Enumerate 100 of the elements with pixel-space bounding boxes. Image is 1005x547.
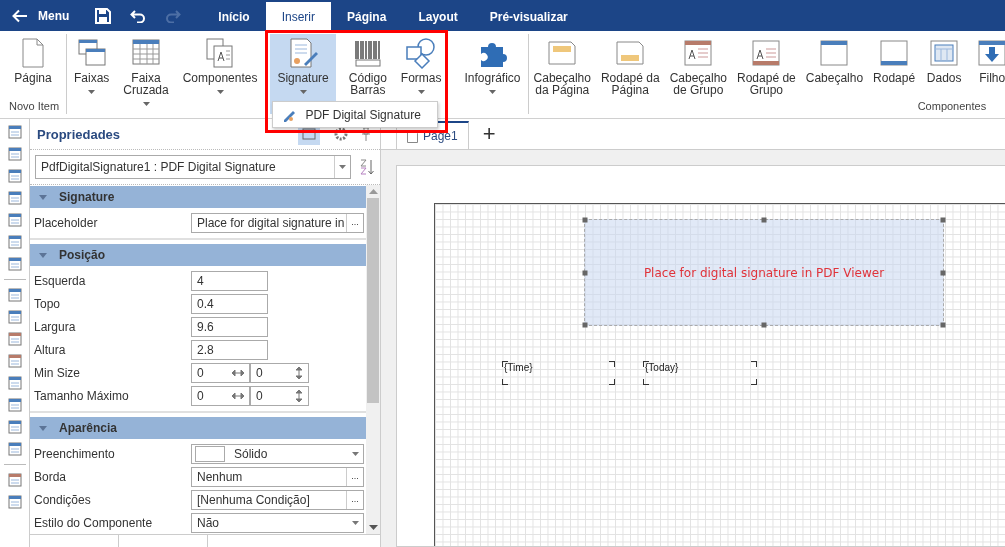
toolbox-icon[interactable] bbox=[7, 442, 22, 456]
property-label: Min Size bbox=[34, 365, 81, 380]
value-field[interactable]: 9.6 bbox=[191, 316, 268, 337]
scrollbar[interactable] bbox=[366, 185, 380, 534]
ribbon-button[interactable]: Página bbox=[0, 34, 66, 100]
width-field[interactable]: 0 bbox=[191, 385, 250, 406]
group-label: Componentes bbox=[916, 100, 988, 114]
ribbon-button[interactable]: Rodapé bbox=[868, 34, 921, 100]
value-dropdown[interactable]: Não bbox=[191, 512, 364, 533]
ribbon-button[interactable]: Rodapé da Página bbox=[595, 34, 665, 100]
back-arrow-icon bbox=[12, 8, 28, 23]
property-label: Topo bbox=[34, 296, 62, 311]
value-field[interactable]: 0.4 bbox=[191, 293, 268, 314]
ribbon-button[interactable]: Rodapé de Grupo bbox=[732, 34, 801, 100]
property-label: Preenchimento bbox=[34, 446, 116, 461]
toolbox-icon[interactable] bbox=[7, 288, 22, 302]
toolbox-icon[interactable] bbox=[7, 169, 22, 183]
ribbon-button[interactable]: Infográfico bbox=[457, 34, 528, 114]
vertical-arrows-icon bbox=[295, 389, 303, 402]
fill-dropdown[interactable]: Sólido bbox=[191, 443, 364, 464]
ribbon-button[interactable]: Filho bbox=[968, 34, 1005, 100]
property-label: Altura bbox=[34, 342, 67, 357]
property-label: Esquerda bbox=[34, 273, 87, 288]
value-field[interactable]: [Nenhuma Condição] ... bbox=[191, 489, 364, 510]
value-field[interactable]: Nenhum ... bbox=[191, 466, 364, 487]
width-field[interactable]: 0 bbox=[191, 362, 250, 383]
save-icon[interactable] bbox=[95, 7, 112, 24]
groupfooter-icon bbox=[750, 37, 783, 69]
toolbox-icon[interactable] bbox=[7, 147, 22, 161]
category-header[interactable]: Aparência bbox=[30, 417, 366, 439]
add-page-button[interactable]: + bbox=[482, 123, 496, 145]
ribbon-tab[interactable]: Página bbox=[331, 2, 403, 31]
group-label: Novo Item bbox=[8, 100, 61, 114]
ribbon-button[interactable]: Cabeçalho da Página bbox=[528, 34, 596, 100]
caret-icon bbox=[351, 520, 359, 525]
property-label: Tamanho Máximo bbox=[34, 388, 130, 403]
collapse-triangle-icon bbox=[39, 425, 47, 431]
toolbox-icon[interactable] bbox=[7, 420, 22, 434]
toolbox-icon[interactable] bbox=[7, 191, 22, 205]
horizontal-arrows-icon bbox=[232, 391, 244, 400]
ribbon-button[interactable]: Cabeçalho de Grupo bbox=[664, 34, 732, 100]
caret-icon bbox=[339, 165, 346, 169]
menu-button[interactable]: Menu bbox=[12, 8, 70, 23]
undo-icon[interactable] bbox=[130, 8, 147, 23]
ribbon-button[interactable]: Faixa Cruzada bbox=[116, 34, 176, 114]
toolbox-icon[interactable] bbox=[7, 473, 22, 487]
caret-icon bbox=[351, 451, 359, 456]
toolbox-icon[interactable] bbox=[7, 354, 22, 368]
value-field[interactable]: Place for digital signature in ... bbox=[191, 212, 364, 233]
property-label: Placeholder bbox=[34, 215, 99, 230]
toolbox-icon[interactable] bbox=[7, 310, 22, 324]
signature-icon bbox=[287, 37, 320, 69]
ribbon-button[interactable]: Dados bbox=[920, 34, 969, 100]
collapse-triangle-icon bbox=[39, 252, 47, 258]
text-component[interactable]: {Today} bbox=[643, 361, 757, 385]
category-header[interactable]: Signature bbox=[30, 186, 366, 208]
ribbon-tab[interactable]: Pré-visualizar bbox=[473, 2, 584, 31]
ribbon-tab[interactable]: Início bbox=[202, 2, 266, 31]
category-header[interactable]: Posição bbox=[30, 244, 366, 266]
ellipsis-button[interactable]: ... bbox=[346, 467, 363, 486]
ellipsis-button[interactable]: ... bbox=[346, 213, 363, 232]
ribbon-button[interactable]: Faixas bbox=[67, 34, 117, 114]
toolbox-icon[interactable] bbox=[7, 213, 22, 227]
horizontal-arrows-icon bbox=[232, 368, 244, 377]
toolbox-icon[interactable] bbox=[7, 125, 22, 139]
ribbon-tab[interactable]: Layout bbox=[402, 2, 474, 31]
value-field[interactable]: 4 bbox=[191, 270, 268, 291]
value-field[interactable]: 2.8 bbox=[191, 339, 268, 360]
property-label: Condições bbox=[34, 492, 92, 507]
scroll-down-icon[interactable] bbox=[368, 525, 378, 530]
menu-item[interactable]: PDF Digital Signature bbox=[273, 102, 438, 127]
settings-icon[interactable] bbox=[334, 127, 348, 141]
toolbox-icon[interactable] bbox=[7, 398, 22, 412]
property-label: Estilo do Componente bbox=[34, 515, 154, 530]
pin-icon[interactable] bbox=[362, 127, 370, 141]
scroll-up-icon[interactable] bbox=[368, 189, 378, 194]
text-component[interactable]: {Time} bbox=[502, 361, 615, 385]
property-label: Borda bbox=[34, 469, 68, 484]
data-icon bbox=[928, 37, 961, 69]
bands-icon bbox=[75, 37, 108, 69]
toolbox-icon[interactable] bbox=[7, 495, 22, 509]
component-select[interactable]: PdfDigitalSignature1 : PDF Digital Signature bbox=[35, 155, 351, 179]
signature-placeholder[interactable]: Place for digital signature in PDF Viewer bbox=[584, 219, 944, 326]
toolbox-icon[interactable] bbox=[7, 257, 22, 271]
toolbox-icon[interactable] bbox=[7, 235, 22, 249]
height-field[interactable]: 0 bbox=[250, 385, 309, 406]
shapes-icon bbox=[405, 37, 438, 69]
ribbon-tab[interactable]: Inserir bbox=[265, 2, 332, 31]
groupheader-icon bbox=[682, 37, 715, 69]
ellipsis-button[interactable]: ... bbox=[346, 490, 363, 509]
sort-icon[interactable] bbox=[359, 158, 375, 176]
panel-title: Propriedades bbox=[37, 126, 121, 142]
ribbon-button[interactable]: Cabeçalho bbox=[800, 34, 869, 100]
header-icon bbox=[818, 37, 851, 69]
ribbon-button[interactable]: Componentes bbox=[175, 34, 265, 114]
toolbox-icon[interactable] bbox=[7, 376, 22, 390]
height-field[interactable]: 0 bbox=[250, 362, 309, 383]
property-label: Largura bbox=[34, 319, 77, 334]
toolbox-icon[interactable] bbox=[7, 332, 22, 346]
vertical-arrows-icon bbox=[295, 366, 303, 379]
